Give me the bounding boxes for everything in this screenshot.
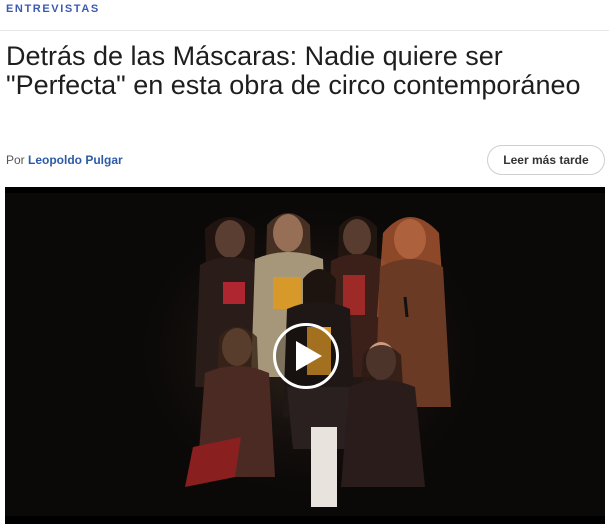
video-bottom-bar (5, 516, 605, 524)
article-headline: Detrás de las Máscaras: Nadie quiere ser… (6, 41, 581, 100)
header-divider (0, 30, 609, 31)
play-icon (296, 341, 322, 371)
read-later-button[interactable]: Leer más tarde (487, 145, 605, 175)
author-link[interactable]: Leopoldo Pulgar (28, 153, 123, 167)
play-button[interactable] (273, 323, 339, 389)
category-link[interactable]: ENTREVISTAS (6, 3, 100, 15)
video-top-bar (5, 187, 605, 193)
video-player[interactable] (5, 187, 605, 524)
byline-prefix: Por (6, 153, 29, 167)
byline: Por Leopoldo Pulgar (6, 153, 123, 167)
